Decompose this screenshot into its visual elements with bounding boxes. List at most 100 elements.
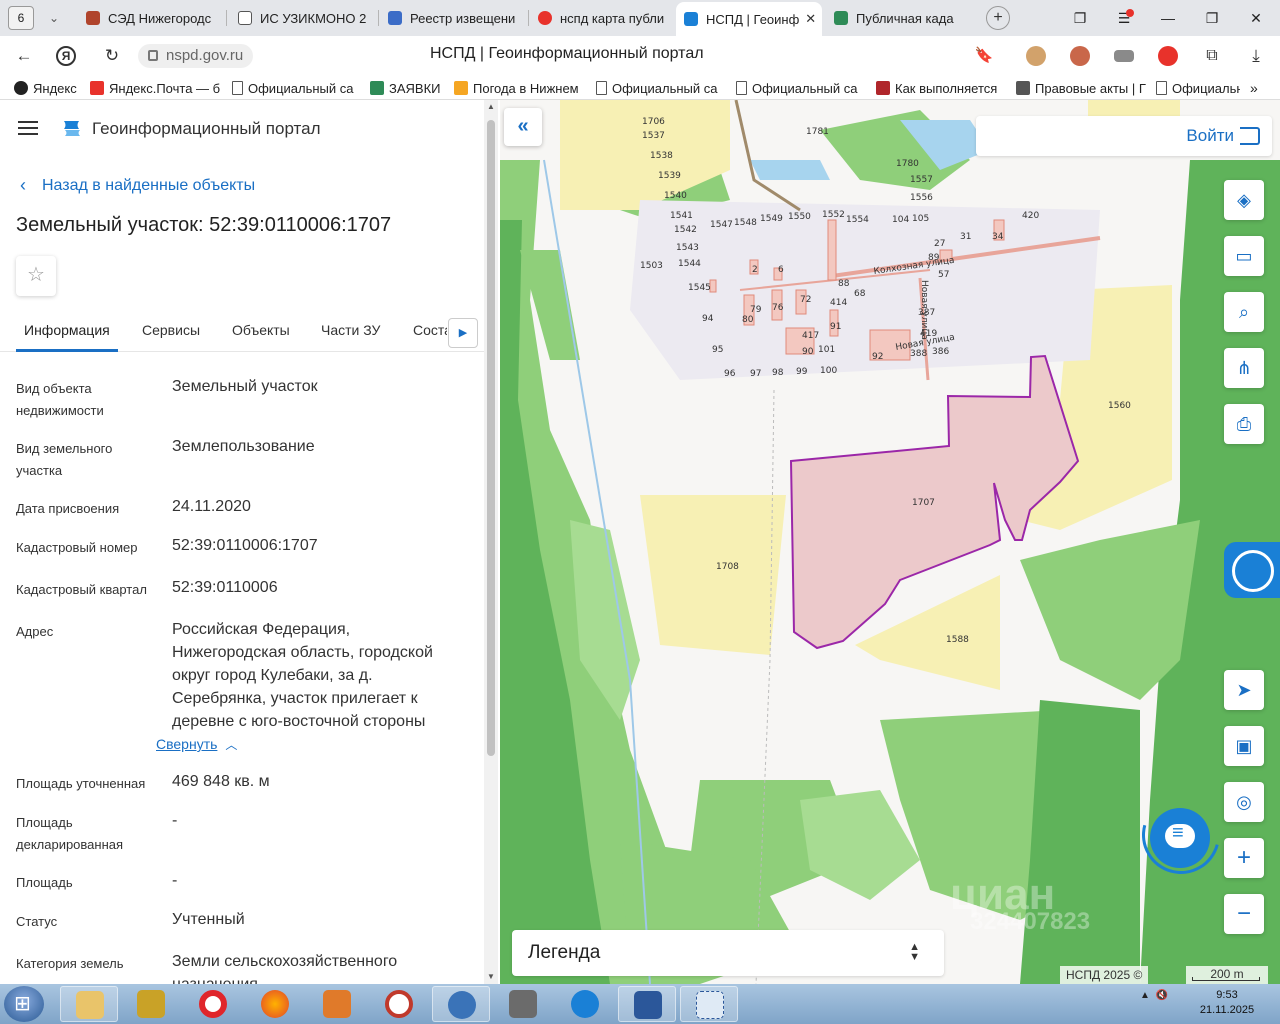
bookmark-item[interactable]: Как выполняется	[876, 79, 1002, 97]
taskbar-app[interactable]	[370, 986, 428, 1022]
panel-scrollbar[interactable]: ▲ ▼	[484, 100, 498, 984]
document-icon	[736, 81, 747, 95]
parcel-label: 1547	[710, 220, 733, 230]
tray-icons[interactable]: ▲ 🔇	[1140, 990, 1168, 1001]
favorite-star-button[interactable]: ☆	[16, 256, 56, 296]
back-to-results-link[interactable]: ‹ Назад в найденные объекты	[20, 175, 255, 196]
bookmark-item[interactable]: ЗАЯВКИ	[370, 79, 446, 97]
share-button[interactable]: ⋔	[1224, 348, 1264, 388]
tabs-scroll-right-button[interactable]: ▶	[448, 318, 478, 348]
close-tab-icon[interactable]: ✕	[805, 11, 816, 27]
extension-icon[interactable]	[1158, 46, 1178, 66]
parcel-label: 68	[854, 289, 866, 299]
scroll-up-icon[interactable]: ▲	[484, 100, 498, 114]
tab-services[interactable]: Сервисы	[142, 322, 200, 338]
extension-icon[interactable]	[1114, 50, 1134, 62]
taskbar-firefox[interactable]	[246, 986, 304, 1022]
login-button[interactable]: Войти	[976, 116, 1272, 156]
more-bookmarks-icon[interactable]: »	[1250, 79, 1266, 97]
parcel-label: 1540	[664, 191, 687, 201]
hamburger-menu-icon[interactable]	[18, 121, 38, 135]
field-label: Дата присвоения	[16, 501, 120, 516]
browser-tab[interactable]: нспд карта публи	[530, 4, 674, 32]
locate-button[interactable]: ◎	[1224, 782, 1264, 822]
back-arrow-icon[interactable]: ←	[12, 44, 36, 68]
ruler-button[interactable]: ▭	[1224, 236, 1264, 276]
bookmark-item[interactable]: Официальный са	[596, 79, 722, 97]
field-label: Площадь декларированная	[16, 815, 124, 852]
taskbar-app[interactable]	[122, 986, 180, 1022]
extensions-icon[interactable]: ⧉	[1200, 44, 1224, 68]
bookmark-item[interactable]: Официальный са	[232, 79, 358, 97]
print-button[interactable]: ⎙	[1224, 404, 1264, 444]
bookmark-item[interactable]: Яндекс.Почта — б	[90, 79, 220, 97]
tab-information[interactable]: Информация	[24, 322, 110, 338]
assistant-tab-button[interactable]	[1224, 542, 1280, 598]
area-value: 469 848 кв. м	[172, 773, 270, 790]
scroll-down-icon[interactable]: ▼	[484, 970, 498, 984]
taskbar-app[interactable]	[556, 986, 614, 1022]
browser-tab[interactable]: Реестр извещени	[380, 4, 526, 32]
browser-tab[interactable]: СЭД Нижегородс	[78, 4, 224, 32]
browser-tab-active[interactable]: НСПД | Геоинф ✕	[676, 2, 822, 36]
firefox-icon	[261, 990, 289, 1018]
start-button[interactable]	[4, 986, 44, 1022]
collapse-link[interactable]: Свернуть ︿	[156, 736, 237, 753]
url-field[interactable]: nspd.gov.ru	[138, 44, 254, 68]
tab-manager-icon[interactable]: ❐	[1068, 6, 1092, 30]
extension-icon[interactable]	[1026, 46, 1046, 66]
downloads-icon[interactable]: ⤓	[1244, 44, 1268, 68]
tab-composition[interactable]: Соста	[413, 322, 447, 338]
chat-button[interactable]	[1150, 808, 1210, 868]
expand-legend-icon[interactable]: ▲ ▼	[909, 942, 920, 963]
parcel-label: 1543	[676, 243, 699, 253]
map-view[interactable]: 1706 1537 1538 1539 1540 1541 1542 1543 1544 1545…	[500, 100, 1280, 984]
taskbar-app[interactable]	[308, 986, 366, 1022]
bookmark-item[interactable]: Яндекс	[14, 79, 84, 97]
clock[interactable]: 9:53 21.11.2025	[1196, 988, 1258, 1018]
field-value: Земли сельскохозяйственного назначения	[172, 953, 398, 984]
parcel-label: 6	[778, 265, 784, 275]
app-icon	[137, 990, 165, 1018]
tabs-dropdown-icon[interactable]: ⌄	[44, 8, 64, 28]
browser-tab[interactable]: Публичная када	[826, 4, 974, 32]
new-tab-button[interactable]: +	[986, 6, 1010, 30]
parcel-label: 1560	[1108, 401, 1131, 411]
minimize-icon[interactable]: —	[1156, 6, 1180, 30]
browser-tab[interactable]: ИС УЗИКМОНО 2	[230, 4, 376, 32]
tab-parts[interactable]: Части ЗУ	[321, 322, 380, 338]
bookmark-item[interactable]: Официальн	[1156, 79, 1240, 97]
legend-panel[interactable]: Легенда ▲ ▼	[512, 930, 944, 976]
parcel-label: 92	[872, 352, 883, 362]
zoom-in-button[interactable]: +	[1224, 838, 1264, 878]
reload-icon[interactable]: ↻	[100, 44, 124, 68]
restore-icon[interactable]: ❐	[1200, 6, 1224, 30]
taskbar-opera[interactable]	[184, 986, 242, 1022]
collapse-panel-button[interactable]: «	[504, 108, 542, 146]
bookmark-icon[interactable]: 🔖	[972, 44, 996, 68]
navigate-arrow-button[interactable]: ➤	[1224, 670, 1264, 710]
yandex-logo-icon[interactable]: Я	[56, 46, 76, 66]
taskbar-scanner[interactable]	[494, 986, 552, 1022]
bookmark-item[interactable]: Погода в Нижнем	[454, 79, 582, 97]
taskbar-snipping[interactable]	[680, 986, 738, 1022]
bookmark-item[interactable]: Официальный са	[736, 79, 862, 97]
search-area-button[interactable]: ⌕	[1224, 292, 1264, 332]
parcel-label: 98	[772, 368, 784, 378]
field-label: Кадастровый квартал	[16, 582, 147, 597]
extension-icon[interactable]	[1070, 46, 1090, 66]
tab-objects[interactable]: Объекты	[232, 322, 290, 338]
scroll-thumb[interactable]	[487, 120, 495, 756]
close-window-icon[interactable]: ✕	[1244, 6, 1268, 30]
zoom-out-button[interactable]: −	[1224, 894, 1264, 934]
tab-counter[interactable]: 6	[8, 6, 34, 30]
parcel-label: 76	[772, 303, 784, 313]
taskbar-explorer[interactable]	[60, 986, 118, 1022]
layers-button[interactable]: ◈	[1224, 180, 1264, 220]
taskbar-yandex[interactable]	[432, 986, 490, 1022]
bookmark-item[interactable]: Правовые акты | Г	[1016, 79, 1146, 97]
parcel-label: 1557	[910, 175, 933, 185]
bookmark-label: Погода в Нижнем	[473, 80, 579, 96]
taskbar-word[interactable]	[618, 986, 676, 1022]
minimap-button[interactable]: ▣	[1224, 726, 1264, 766]
